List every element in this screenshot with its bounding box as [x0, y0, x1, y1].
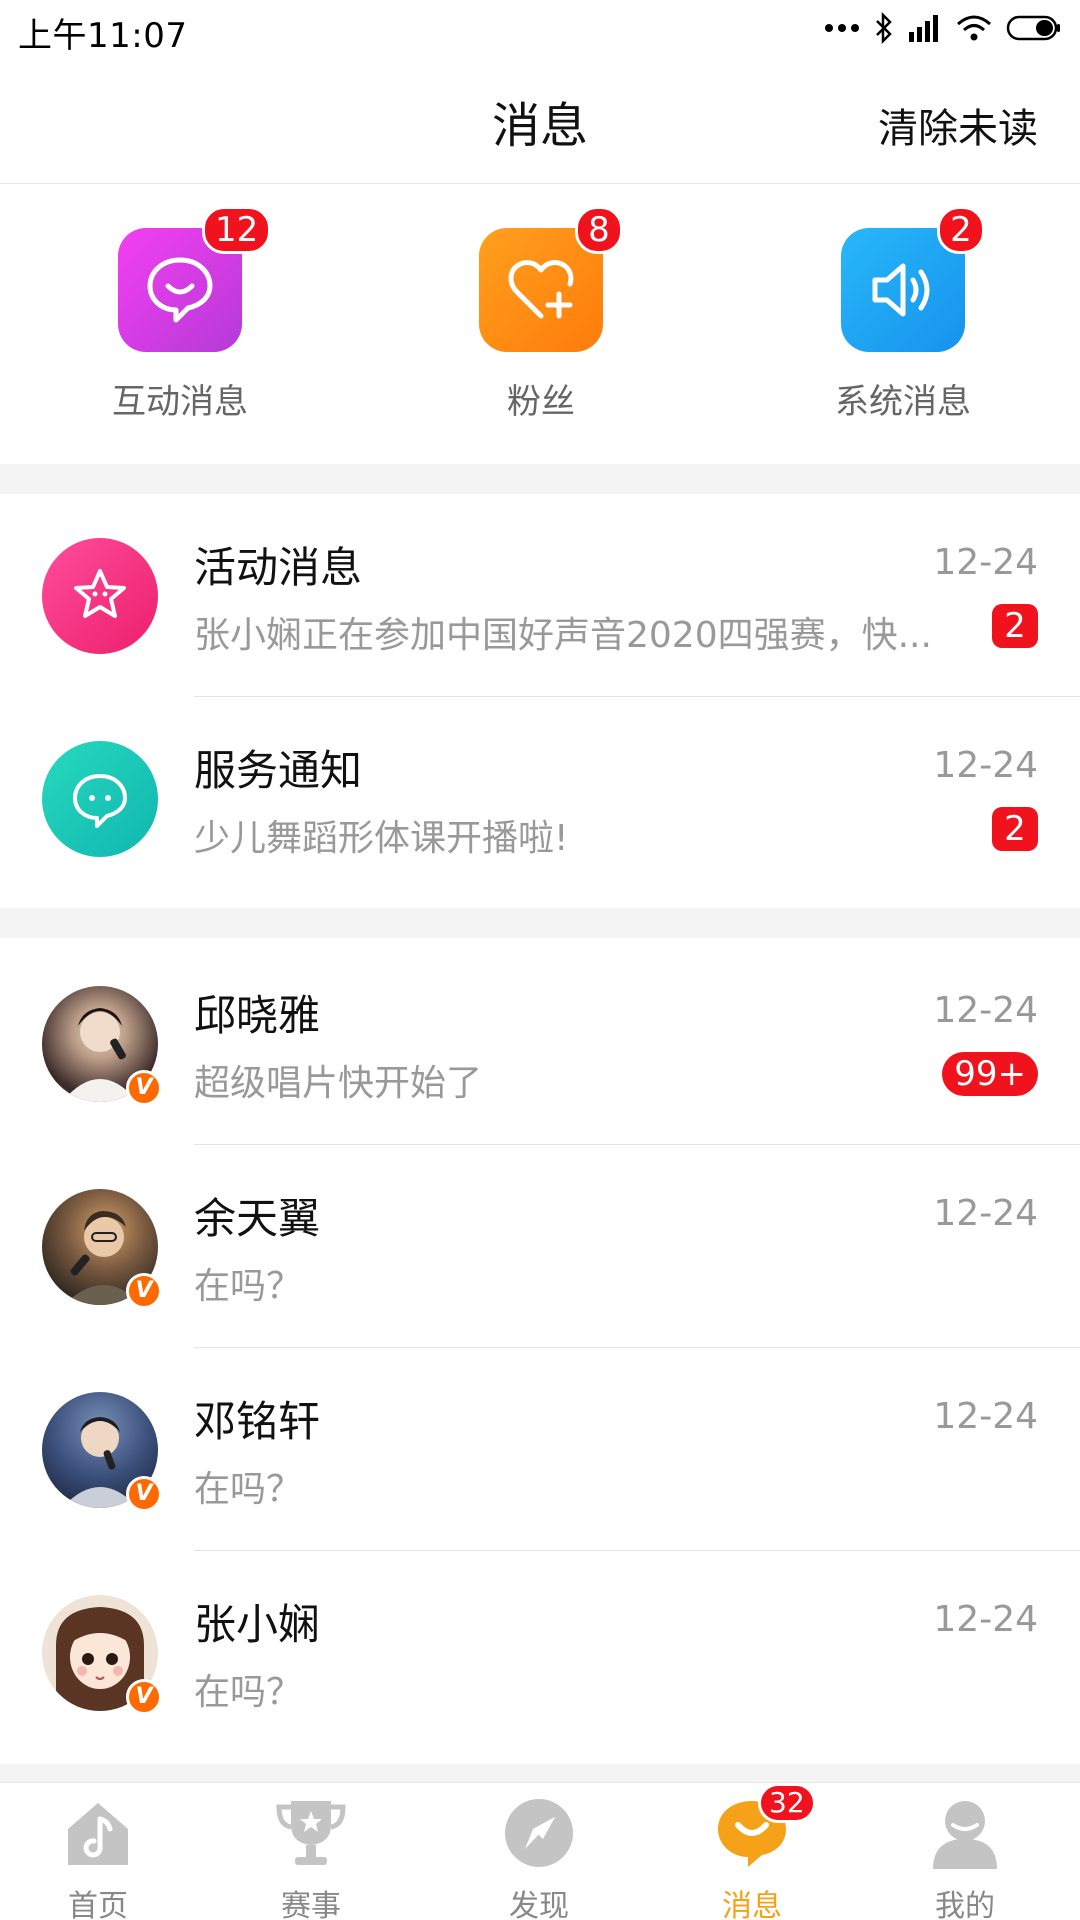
category-fans[interactable]: 8 粉丝	[441, 206, 641, 423]
verified-badge: V	[126, 1070, 162, 1106]
bottom-tab-bar: 首页 赛事 发现 32 消息 我的	[0, 1782, 1080, 1920]
chat-smile-icon: 12	[118, 206, 272, 352]
tab-mine[interactable]: 我的	[890, 1795, 1040, 1920]
notice-title: 服务通知	[194, 746, 363, 795]
category-interaction[interactable]: 12 互动消息	[80, 206, 280, 423]
notice-preview: 张小娴正在参加中国好声音2020四强赛，快...	[194, 615, 932, 656]
tab-label: 首页	[68, 1889, 128, 1920]
chat-name: 邓铭轩	[194, 1397, 321, 1446]
chat-name: 余天翼	[194, 1194, 321, 1243]
avatar: V	[42, 1189, 162, 1309]
category-label: 互动消息	[112, 382, 248, 422]
service-avatar	[42, 741, 158, 857]
heart-plus-icon: 8	[479, 206, 623, 352]
avatar: V	[42, 1392, 162, 1512]
verified-badge: V	[126, 1273, 162, 1309]
section-divider	[0, 908, 1080, 938]
tab-label: 消息	[722, 1889, 782, 1920]
chat-name: 邱晓雅	[194, 991, 321, 1040]
tab-discover[interactable]: 发现	[464, 1795, 614, 1920]
chat-row[interactable]: V 余天翼 12-24 在吗？	[0, 1145, 1080, 1348]
unread-badge: 2	[992, 604, 1038, 648]
tab-label: 赛事	[281, 1889, 341, 1920]
tab-home[interactable]: 首页	[23, 1795, 173, 1920]
notice-date: 12-24	[933, 745, 1038, 786]
category-badge: 8	[575, 206, 623, 254]
more-dots-icon	[825, 24, 859, 32]
home-music-icon	[60, 1795, 136, 1871]
avatar: V	[42, 1595, 162, 1715]
notice-preview: 少儿舞蹈形体课开播啦!	[194, 818, 569, 859]
avatar: V	[42, 986, 162, 1106]
signal-icon	[909, 15, 938, 42]
chat-name: 张小娴	[194, 1600, 321, 1649]
chat-row[interactable]: V 张小娴 12-24 在吗？	[0, 1551, 1080, 1754]
status-bar: 上午11:07	[0, 0, 1080, 56]
chat-bubble-icon	[42, 741, 158, 857]
category-badge: 12	[202, 206, 272, 254]
category-badge: 2	[937, 206, 985, 254]
chat-preview: 超级唱片快开始了	[194, 1063, 483, 1104]
bluetooth-icon	[876, 12, 892, 44]
wifi-icon	[957, 15, 991, 41]
category-system[interactable]: 2 系统消息	[803, 206, 1003, 423]
verified-badge: V	[126, 1476, 162, 1512]
unread-badge: 99+	[942, 1052, 1038, 1096]
chat-row[interactable]: V 邓铭轩 12-24 在吗？	[0, 1348, 1080, 1551]
message-icon: 32	[714, 1783, 816, 1871]
notice-row-service[interactable]: 服务通知 12-24 少儿舞蹈形体课开播啦! 2	[0, 697, 1080, 900]
compass-icon	[501, 1795, 577, 1871]
notice-row-activity[interactable]: 活动消息 12-24 张小娴正在参加中国好声音2020四强赛，快... 2	[0, 494, 1080, 697]
chat-date: 12-24	[933, 1599, 1038, 1640]
category-label: 系统消息	[835, 382, 971, 422]
tab-competition[interactable]: 赛事	[236, 1795, 386, 1920]
verified-badge: V	[126, 1679, 162, 1715]
chat-row[interactable]: V 邱晓雅 12-24 超级唱片快开始了 99+	[0, 942, 1080, 1145]
category-label: 粉丝	[507, 382, 575, 422]
star-icon	[42, 538, 158, 654]
chat-date: 12-24	[933, 990, 1038, 1031]
tab-badge: 32	[758, 1783, 816, 1823]
unread-badge: 2	[992, 807, 1038, 851]
tab-label: 发现	[509, 1889, 569, 1920]
chat-date: 12-24	[933, 1193, 1038, 1234]
notice-date: 12-24	[933, 542, 1038, 583]
chat-preview: 在吗？	[194, 1266, 303, 1307]
activity-avatar	[42, 538, 158, 654]
status-time: 上午11:07	[18, 16, 188, 56]
message-categories: 12 互动消息 8 粉丝 2 系统消息	[0, 184, 1080, 464]
app-header: 消息 清除未读	[0, 56, 1080, 184]
section-divider	[0, 464, 1080, 494]
profile-icon	[927, 1795, 1003, 1871]
section-divider	[0, 1764, 1080, 1782]
battery-icon	[1006, 15, 1060, 41]
trophy-icon	[273, 1795, 349, 1871]
clear-unread-button[interactable]: 清除未读	[878, 96, 1038, 154]
chat-preview: 在吗？	[194, 1672, 303, 1713]
chat-date: 12-24	[933, 1396, 1038, 1437]
tab-messages[interactable]: 32 消息	[677, 1783, 827, 1920]
chat-preview: 在吗？	[194, 1469, 303, 1510]
status-icons	[824, 10, 1062, 46]
notice-title: 活动消息	[194, 543, 363, 592]
tab-label: 我的	[935, 1889, 995, 1920]
speaker-icon: 2	[841, 206, 985, 352]
